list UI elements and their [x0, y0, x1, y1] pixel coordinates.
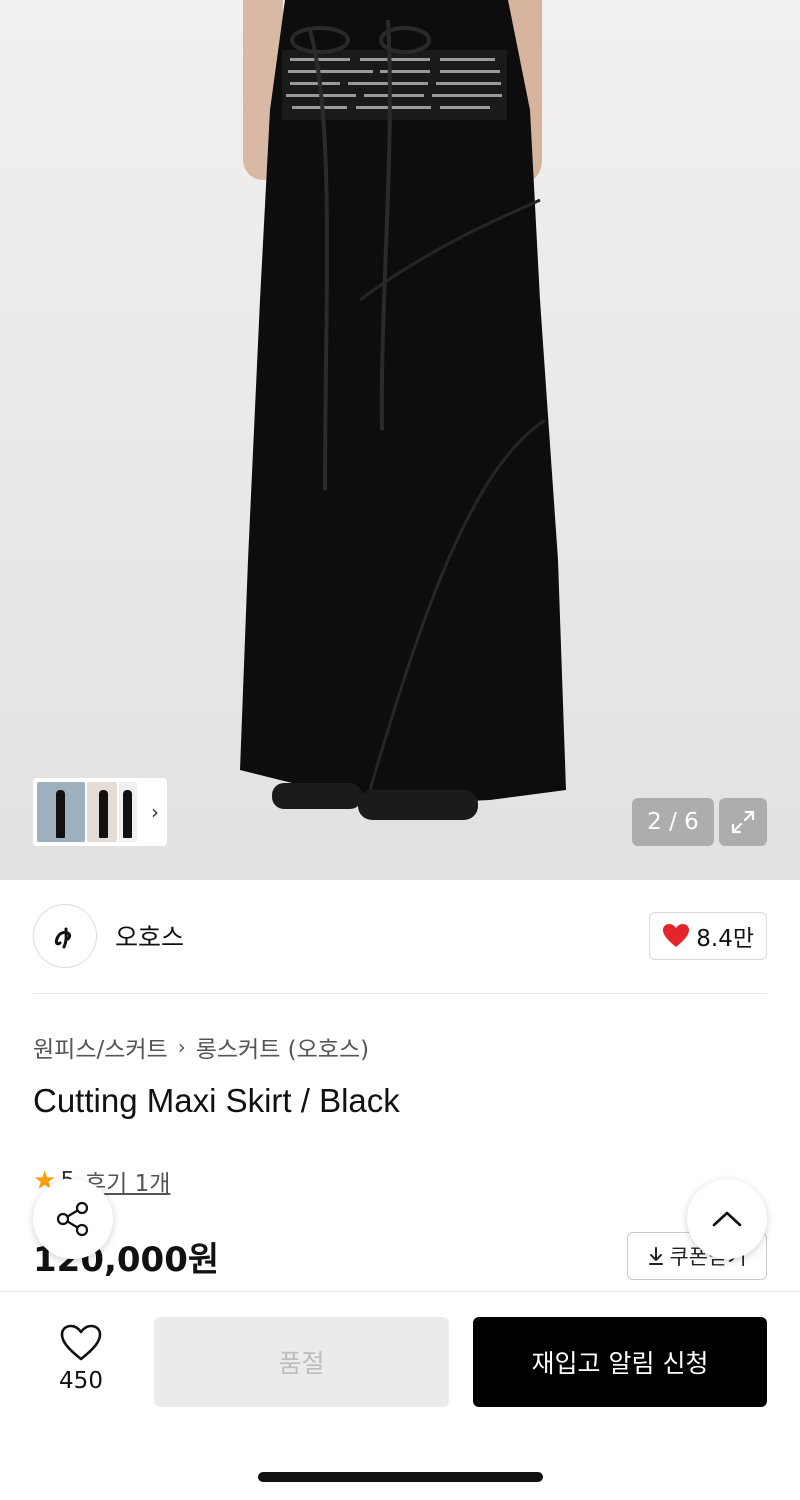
brand-name[interactable]: 오호스 [115, 918, 184, 954]
heart-outline-icon [60, 1324, 102, 1361]
bottom-action-bar: 450 품절 재입고 알림 신청 [0, 1291, 800, 1500]
heart-filled-icon [663, 924, 690, 947]
thumbnail-strip[interactable]: › [33, 778, 167, 846]
brand-logo-icon [54, 927, 72, 949]
image-counter: 2 / 6 [632, 798, 714, 846]
chevron-right-icon: › [177, 1035, 186, 1059]
restock-alert-button[interactable]: 재입고 알림 신청 [473, 1317, 767, 1407]
brand-like-count: 8.4만 [696, 926, 754, 952]
breadcrumb: 원피스/스커트 › 롱스커트 (오호스) [33, 1030, 369, 1064]
product-title: Cutting Maxi Skirt / Black [33, 1082, 400, 1119]
expand-icon [731, 810, 755, 834]
home-indicator [258, 1472, 543, 1482]
breadcrumb-category[interactable]: 원피스/스커트 [33, 1030, 168, 1064]
wishlist-count: 450 [59, 1368, 103, 1394]
brand-row: 오호스 8.4만 [33, 904, 767, 968]
soldout-button: 품절 [154, 1317, 449, 1407]
thumbnail-2[interactable] [87, 782, 117, 842]
scroll-to-top-button[interactable] [687, 1179, 767, 1259]
wishlist-button[interactable]: 450 [40, 1324, 122, 1394]
thumbnail-1[interactable] [37, 782, 85, 842]
divider [33, 993, 767, 994]
breadcrumb-subcategory[interactable]: 롱스커트 (오호스) [196, 1030, 369, 1064]
thumbnail-3[interactable] [119, 782, 137, 842]
chevron-up-icon [712, 1211, 742, 1227]
shoe-left [272, 783, 362, 809]
skirt-photo [240, 0, 566, 805]
expand-button[interactable] [719, 798, 767, 846]
product-image-gallery[interactable]: › 2 / 6 [0, 0, 800, 880]
share-icon [56, 1201, 89, 1237]
share-button[interactable] [33, 1179, 113, 1259]
brand-logo[interactable] [33, 904, 97, 968]
download-icon [649, 1247, 664, 1265]
chevron-right-icon[interactable]: › [151, 800, 159, 824]
brand-like-button[interactable]: 8.4만 [649, 912, 767, 960]
shoe-right [358, 790, 478, 820]
